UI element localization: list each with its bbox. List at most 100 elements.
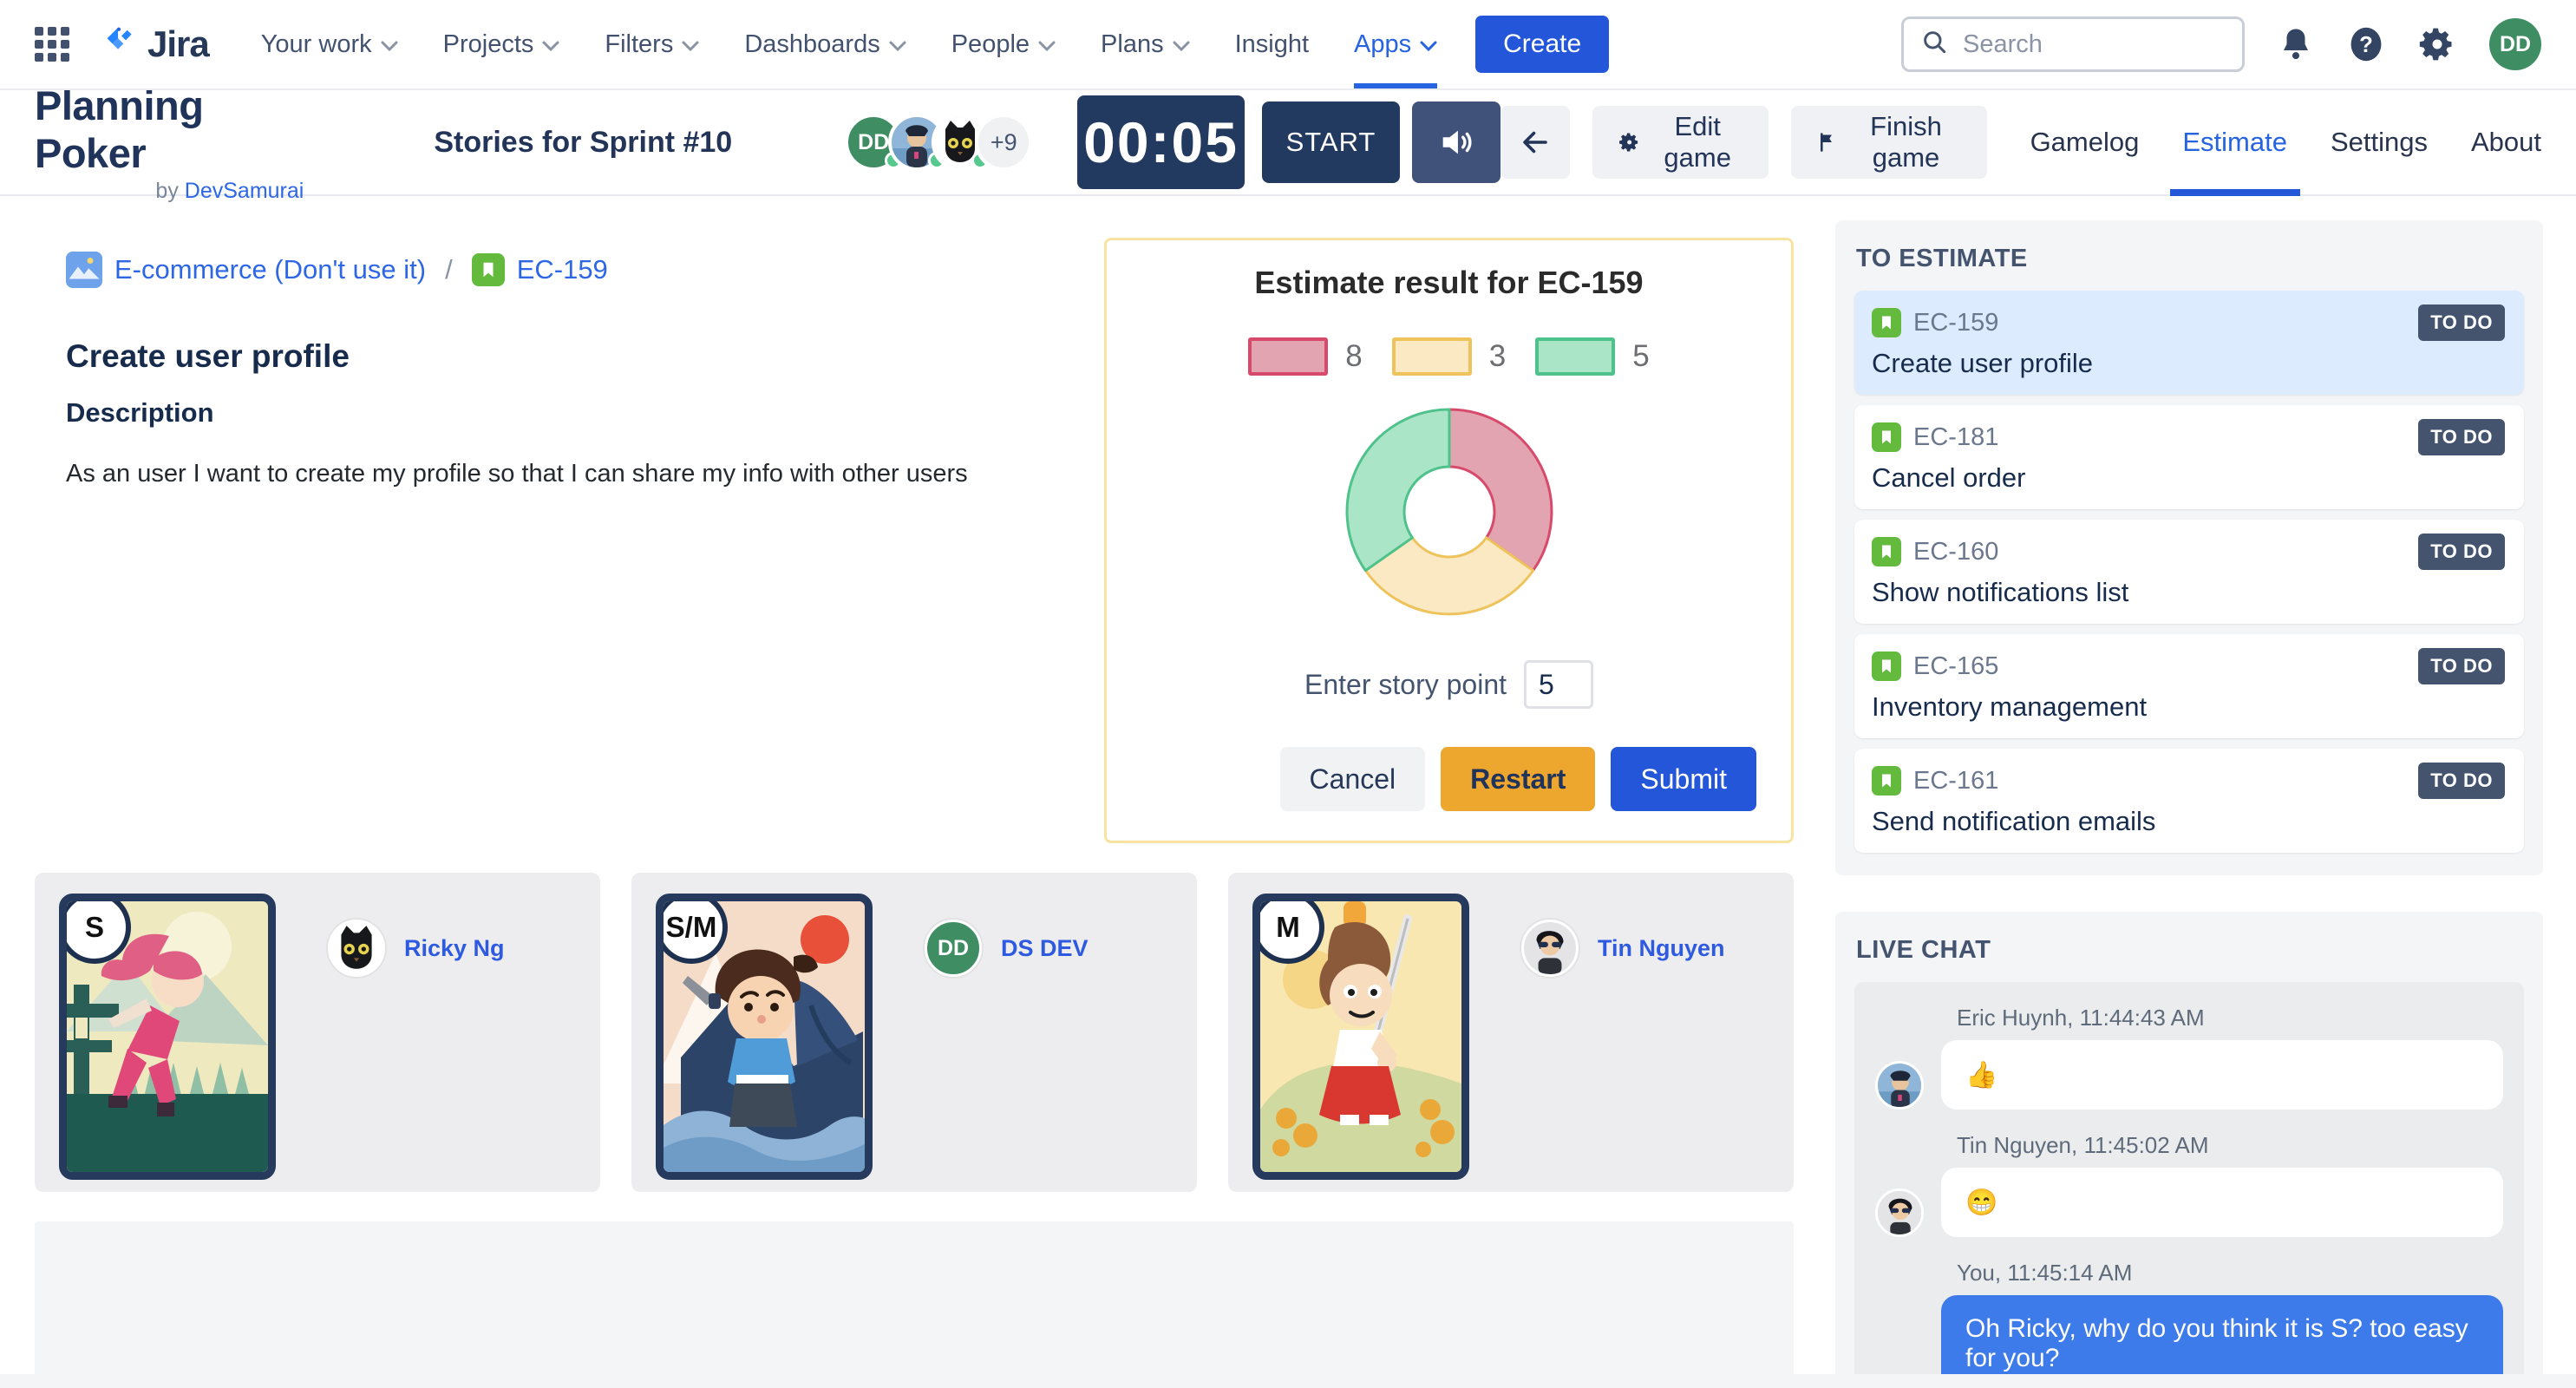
nav-plans[interactable]: Plans xyxy=(1101,0,1190,88)
tab-gamelog[interactable]: Gamelog xyxy=(2030,90,2140,194)
devsamurai-link[interactable]: DevSamurai xyxy=(185,179,304,203)
app-switcher-icon[interactable] xyxy=(35,27,69,62)
nav-your-work[interactable]: Your work xyxy=(261,0,398,88)
story-point-input[interactable] xyxy=(1524,660,1593,709)
played-card-slot: M xyxy=(1228,873,1794,1192)
story-type-icon xyxy=(472,253,505,286)
legend-swatch-3 xyxy=(1392,337,1472,376)
nav-apps[interactable]: Apps xyxy=(1354,0,1437,88)
estimate-area: E-commerce (Don't use it) / EC-159 Creat… xyxy=(26,220,1802,1388)
nav-dashboards[interactable]: Dashboards xyxy=(744,0,906,88)
chevron-down-icon xyxy=(542,30,559,59)
story-type-icon xyxy=(1872,308,1901,337)
cancel-button[interactable]: Cancel xyxy=(1280,747,1426,811)
participants-avatar-stack[interactable]: DD +9 xyxy=(845,114,1032,171)
nav-insight[interactable]: Insight xyxy=(1235,0,1309,88)
estimate-result-panel: Estimate result for EC-159 8 3 5 xyxy=(1104,238,1794,843)
story-type-icon xyxy=(1872,651,1901,681)
issue-key: EC-159 xyxy=(1913,309,1998,337)
sound-button[interactable] xyxy=(1412,101,1500,183)
chat-messages: Eric Huynh, 11:44:43 AM 👍 Tin Nguyen, 11… xyxy=(1854,982,2524,1388)
donut-segment-5 xyxy=(1347,409,1449,571)
message-meta: Eric Huynh, 11:44:43 AM xyxy=(1957,1005,2503,1031)
issue-item-ec-159[interactable]: EC-159 TO DO Create user profile xyxy=(1854,291,2524,395)
status-badge: TO DO xyxy=(2418,648,2505,684)
svg-text:?: ? xyxy=(2359,33,2373,57)
issue-item-ec-160[interactable]: EC-160 TO DO Show notifications list xyxy=(1854,520,2524,624)
speaker-icon xyxy=(1436,122,1476,162)
project-icon xyxy=(66,252,102,288)
issue-key: EC-161 xyxy=(1913,767,1998,795)
planning-poker-header: Planning Poker by DevSamurai Stories for… xyxy=(0,90,2576,196)
sidebar: TO ESTIMATE EC-159 TO DO Create user pro… xyxy=(1835,220,2543,1388)
story-details: E-commerce (Don't use it) / EC-159 Creat… xyxy=(35,238,1069,843)
search-box[interactable] xyxy=(1901,16,2245,72)
message-avatar xyxy=(1875,1061,1924,1110)
player-info[interactable]: DD DS DEV xyxy=(925,918,1089,979)
settings-gear-icon[interactable] xyxy=(2418,25,2456,63)
chat-message: Eric Huynh, 11:44:43 AM 👍 xyxy=(1875,1005,2503,1110)
empty-area xyxy=(35,1221,1794,1388)
chevron-down-icon xyxy=(889,30,906,59)
nav-filters[interactable]: Filters xyxy=(605,0,699,88)
nav-projects[interactable]: Projects xyxy=(443,0,560,88)
poker-card-m[interactable]: M xyxy=(1252,894,1469,1180)
issue-key: EC-160 xyxy=(1913,538,1998,566)
issue-item-ec-165[interactable]: EC-165 TO DO Inventory management xyxy=(1854,634,2524,738)
jira-wordmark: Jira xyxy=(147,23,209,65)
restart-button[interactable]: Restart xyxy=(1441,747,1595,811)
top-navigation: Jira Your work Projects Filters Dashboar… xyxy=(0,0,2576,90)
back-button[interactable] xyxy=(1500,106,1570,179)
player-avatar-dd: DD xyxy=(925,920,982,977)
user-avatar[interactable]: DD xyxy=(2489,18,2541,70)
poker-card-s[interactable]: S xyxy=(59,894,276,1180)
breadcrumb-project-link[interactable]: E-commerce (Don't use it) xyxy=(114,254,426,285)
chart-legend: 8 3 5 xyxy=(1141,337,1756,376)
create-button[interactable]: Create xyxy=(1475,16,1609,73)
status-badge: TO DO xyxy=(2418,763,2505,799)
story-type-icon xyxy=(1872,537,1901,566)
issue-item-ec-181[interactable]: EC-181 TO DO Cancel order xyxy=(1854,405,2524,509)
card-value-badge: S xyxy=(59,894,131,964)
message-meta: Tin Nguyen, 11:45:02 AM xyxy=(1957,1132,2503,1159)
flag-icon xyxy=(1817,128,1839,157)
search-icon xyxy=(1921,29,1949,61)
breadcrumb-issue-link[interactable]: EC-159 xyxy=(517,254,608,285)
tab-settings[interactable]: Settings xyxy=(2331,90,2428,194)
issue-title: Cancel order xyxy=(1872,462,2505,494)
breadcrumb: E-commerce (Don't use it) / EC-159 xyxy=(66,252,1069,288)
chevron-down-icon xyxy=(1038,30,1056,59)
message-bubble: 👍 xyxy=(1941,1040,2503,1110)
tab-estimate[interactable]: Estimate xyxy=(2182,90,2287,194)
live-chat-title: LIVE CHAT xyxy=(1856,936,2524,965)
player-name: Ricky Ng xyxy=(404,935,505,962)
player-name: DS DEV xyxy=(1001,935,1089,962)
finish-game-button[interactable]: Finish game xyxy=(1791,106,1986,179)
breadcrumb-separator: / xyxy=(445,254,453,285)
story-title: Create user profile xyxy=(66,338,1069,375)
message-meta: You, 11:45:14 AM xyxy=(1957,1260,2503,1287)
search-input[interactable] xyxy=(1963,30,2214,59)
issue-item-ec-161[interactable]: EC-161 TO DO Send notification emails xyxy=(1854,749,2524,853)
participants-more-count[interactable]: +9 xyxy=(975,114,1032,171)
tab-about[interactable]: About xyxy=(2471,90,2541,194)
player-info[interactable]: Tin Nguyen xyxy=(1521,918,1725,979)
notifications-bell-icon[interactable] xyxy=(2278,26,2314,62)
header-tabs: Gamelog Estimate Settings About xyxy=(2030,90,2541,194)
issue-title: Send notification emails xyxy=(1872,806,2505,837)
legend-value: 3 xyxy=(1489,339,1506,374)
jira-logo-icon xyxy=(99,24,139,64)
live-chat-panel: LIVE CHAT Eric Huynh, 11:44:43 AM 👍 Tin … xyxy=(1835,912,2543,1388)
help-icon[interactable]: ? xyxy=(2347,25,2385,63)
player-avatar-photo xyxy=(1521,920,1579,977)
card-value-badge: S/M xyxy=(656,894,728,964)
start-button[interactable]: START xyxy=(1262,101,1400,183)
nav-people[interactable]: People xyxy=(951,0,1056,88)
player-info[interactable]: Ricky Ng xyxy=(328,918,505,979)
jira-logo[interactable]: Jira xyxy=(99,23,209,65)
poker-card-sm[interactable]: S/M xyxy=(656,894,873,1180)
edit-game-button[interactable]: Edit game xyxy=(1592,106,1769,179)
chat-message: Tin Nguyen, 11:45:02 AM 😁 xyxy=(1875,1132,2503,1237)
submit-button[interactable]: Submit xyxy=(1611,747,1756,811)
nav-items: Your work Projects Filters Dashboards Pe… xyxy=(261,0,1437,88)
